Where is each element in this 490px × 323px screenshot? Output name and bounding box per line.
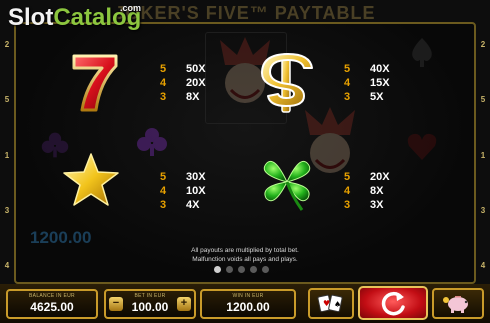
symbol-count: 3 [344,90,351,103]
pay-row: 3 3X [344,198,390,211]
pay-row: 3 8X [160,90,206,103]
win-meter: WIN IN EUR 1200.00 [200,289,296,319]
ghost-win-amount: 1200.00 [30,228,92,247]
page-dot[interactable] [214,266,221,273]
heart-icon [407,133,437,160]
pay-row: 4 10X [160,184,206,197]
multiplier: 15X [370,76,390,89]
multiplier: 5X [370,90,384,103]
symbol-count: 5 [160,170,167,183]
win-label: WIN IN EUR [232,293,264,299]
symbol-count: 5 [160,62,167,75]
svg-text:♥: ♥ [323,299,330,308]
club-icon [137,128,167,156]
star-icon [63,153,119,206]
gamble-button[interactable]: ♥ ♠ [308,288,354,319]
payline-number: 1 [480,150,486,160]
symbol-count: 3 [160,90,167,103]
paytable-note: All payouts are multiplied by total bet.… [150,246,340,264]
win-value: 1200.00 [226,300,270,314]
pay-row: 4 8X [344,184,390,197]
symbol-count: 3 [160,198,167,211]
symbol-count: 5 [344,170,351,183]
paytable-dollar-rows: 5 40X 4 15X 3 5X [344,62,390,103]
symbol-count: 4 [344,184,351,197]
symbol-count: 4 [344,76,351,89]
spin-arrow-icon [381,291,405,316]
payline-number: 3 [4,205,10,215]
page-indicator [214,266,269,273]
bet-decrease-button[interactable]: − [109,297,123,311]
svg-text:♠: ♠ [334,300,341,309]
multiplier: 3X [370,198,384,211]
payline-number: 2 [4,40,10,49]
payline-indicators-right: 2 5 1 3 4 [478,40,488,270]
payline-number: 3 [480,205,486,215]
watermark-suffix: .com [120,3,142,13]
symbol-count: 3 [344,198,351,211]
payline-number: 2 [480,40,486,49]
symbol-count: 4 [160,184,167,197]
symbol-count: 4 [160,76,167,89]
bet-increase-button[interactable]: + [177,297,191,311]
autoplay-button[interactable] [432,288,484,319]
spin-button[interactable] [358,286,428,320]
piggy-bank-icon [443,296,468,313]
page-dot[interactable] [226,266,233,273]
pay-row: 4 15X [344,76,390,89]
payline-number: 4 [4,261,10,270]
payline-number: 4 [480,261,486,270]
pay-row: 5 50X [160,62,206,75]
multiplier: 20X [370,170,390,183]
balance-label: BALANCE IN EUR [29,293,75,299]
paytable-clover-rows: 5 20X 4 8X 3 3X [344,170,390,211]
symbol-count: 5 [344,62,351,75]
balance-meter: BALANCE IN EUR 4625.00 [6,289,98,319]
multiplier: 4X [186,198,200,211]
paytable-star-rows: 5 30X 4 10X 3 4X [160,170,206,211]
pay-row: 5 30X [160,170,206,183]
spade-icon [412,38,432,67]
note-line: All payouts are multiplied by total bet. [191,247,299,254]
page-dot[interactable] [250,266,257,273]
paytable-seven-rows: 5 50X 4 20X 3 8X [160,62,206,103]
pay-row: 3 5X [344,90,390,103]
payline-number: 1 [4,150,10,160]
payline-number: 5 [480,95,486,105]
payline-number: 5 [4,95,10,105]
seven-icon [72,54,118,112]
pay-row: 3 4X [160,198,206,211]
multiplier: 50X [186,62,206,75]
balance-value: 4625.00 [30,300,74,314]
dollar-icon [261,53,313,113]
page-dot[interactable] [238,266,245,273]
watermark-logo: SlotCatalog .com [8,3,142,32]
multiplier: 30X [186,170,206,183]
page-dot[interactable] [262,266,269,273]
pay-row: 5 20X [344,170,390,183]
note-line: Malfunction voids all pays and plays. [192,256,298,263]
watermark-text: Slot [8,4,54,31]
multiplier: 8X [186,90,200,103]
multiplier: 10X [186,184,206,197]
payline-indicators-left: 2 5 1 3 4 [2,40,12,270]
cards-icon: ♥ ♠ [317,294,343,313]
clover-icon [263,160,311,211]
pay-row: 4 20X [160,76,206,89]
multiplier: 8X [370,184,384,197]
multiplier: 20X [186,76,206,89]
pay-row: 5 40X [344,62,390,75]
multiplier: 40X [370,62,390,75]
